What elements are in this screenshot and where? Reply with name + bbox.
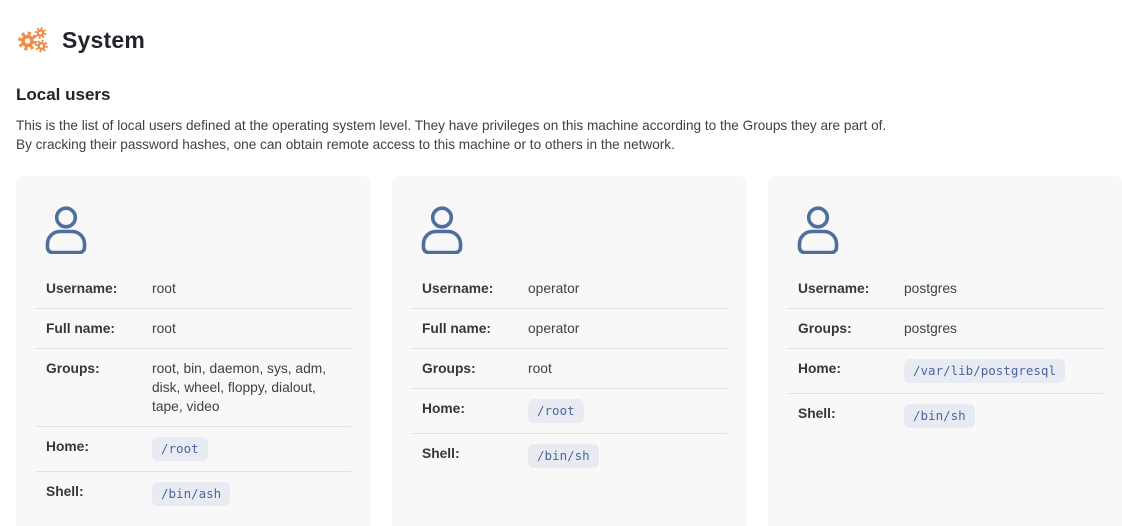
field-value: postgres [904, 319, 1092, 338]
field-value: /var/lib/postgresql [904, 359, 1092, 383]
field-label: Groups: [798, 319, 904, 338]
field-label: Shell: [46, 482, 152, 501]
user-field-row: Full name:root [35, 309, 351, 349]
gears-icon [16, 24, 49, 56]
user-field-row: Groups:postgres [787, 309, 1103, 349]
field-value: /bin/sh [528, 444, 716, 468]
page-header: System [16, 24, 1122, 56]
user-card: Username:rootFull name:rootGroups:root, … [16, 176, 370, 526]
field-value: operator [528, 279, 716, 298]
user-fields: Username:rootFull name:rootGroups:root, … [35, 269, 351, 516]
user-field-row: Shell:/bin/sh [787, 394, 1103, 438]
system-page: System Local users This is the list of l… [0, 0, 1122, 526]
user-field-row: Full name:operator [411, 309, 727, 349]
page-title: System [62, 27, 145, 54]
field-value: /root [528, 399, 716, 423]
user-icon [420, 206, 464, 254]
field-value: /root [152, 437, 340, 461]
description-line-1: This is the list of local users defined … [16, 116, 1122, 135]
field-value: operator [528, 319, 716, 338]
user-fields: Username:operatorFull name:operatorGroup… [411, 269, 727, 478]
field-value-code: /bin/ash [152, 482, 230, 506]
field-value: root [528, 359, 716, 378]
field-value: postgres [904, 279, 1092, 298]
field-label: Groups: [46, 359, 152, 378]
section-heading: Local users [16, 85, 1122, 105]
user-icon [44, 206, 88, 254]
user-field-row: Username:postgres [787, 269, 1103, 309]
user-icon [796, 206, 840, 254]
user-field-row: Shell:/bin/ash [35, 472, 351, 516]
field-value: root [152, 319, 340, 338]
user-field-row: Groups:root [411, 349, 727, 389]
field-value: /bin/sh [904, 404, 1092, 428]
field-label: Username: [798, 279, 904, 298]
field-label: Username: [422, 279, 528, 298]
user-field-row: Username:root [35, 269, 351, 309]
section-description: This is the list of local users defined … [16, 116, 1122, 154]
field-label: Username: [46, 279, 152, 298]
user-field-row: Groups:root, bin, daemon, sys, adm, disk… [35, 349, 351, 427]
user-field-row: Home:/root [411, 389, 727, 434]
field-label: Home: [46, 437, 152, 456]
field-value: root [152, 279, 340, 298]
field-label: Full name: [422, 319, 528, 338]
field-label: Home: [798, 359, 904, 378]
user-field-row: Username:operator [411, 269, 727, 309]
field-value-code: /var/lib/postgresql [904, 359, 1065, 383]
field-value-code: /root [528, 399, 584, 423]
description-line-2: By cracking their password hashes, one c… [16, 135, 1122, 154]
field-label: Shell: [798, 404, 904, 423]
field-value: root, bin, daemon, sys, adm, disk, wheel… [152, 359, 340, 416]
user-card: Username:postgresGroups:postgresHome:/va… [768, 176, 1122, 526]
user-field-row: Shell:/bin/sh [411, 434, 727, 478]
field-value: /bin/ash [152, 482, 340, 506]
user-card: Username:operatorFull name:operatorGroup… [392, 176, 746, 526]
user-field-row: Home:/root [35, 427, 351, 472]
field-label: Full name: [46, 319, 152, 338]
field-value-code: /bin/sh [528, 444, 599, 468]
user-fields: Username:postgresGroups:postgresHome:/va… [787, 269, 1103, 438]
user-cards: Username:rootFull name:rootGroups:root, … [16, 176, 1122, 526]
user-field-row: Home:/var/lib/postgresql [787, 349, 1103, 394]
field-label: Groups: [422, 359, 528, 378]
field-value-code: /bin/sh [904, 404, 975, 428]
field-label: Shell: [422, 444, 528, 463]
field-label: Home: [422, 399, 528, 418]
field-value-code: /root [152, 437, 208, 461]
